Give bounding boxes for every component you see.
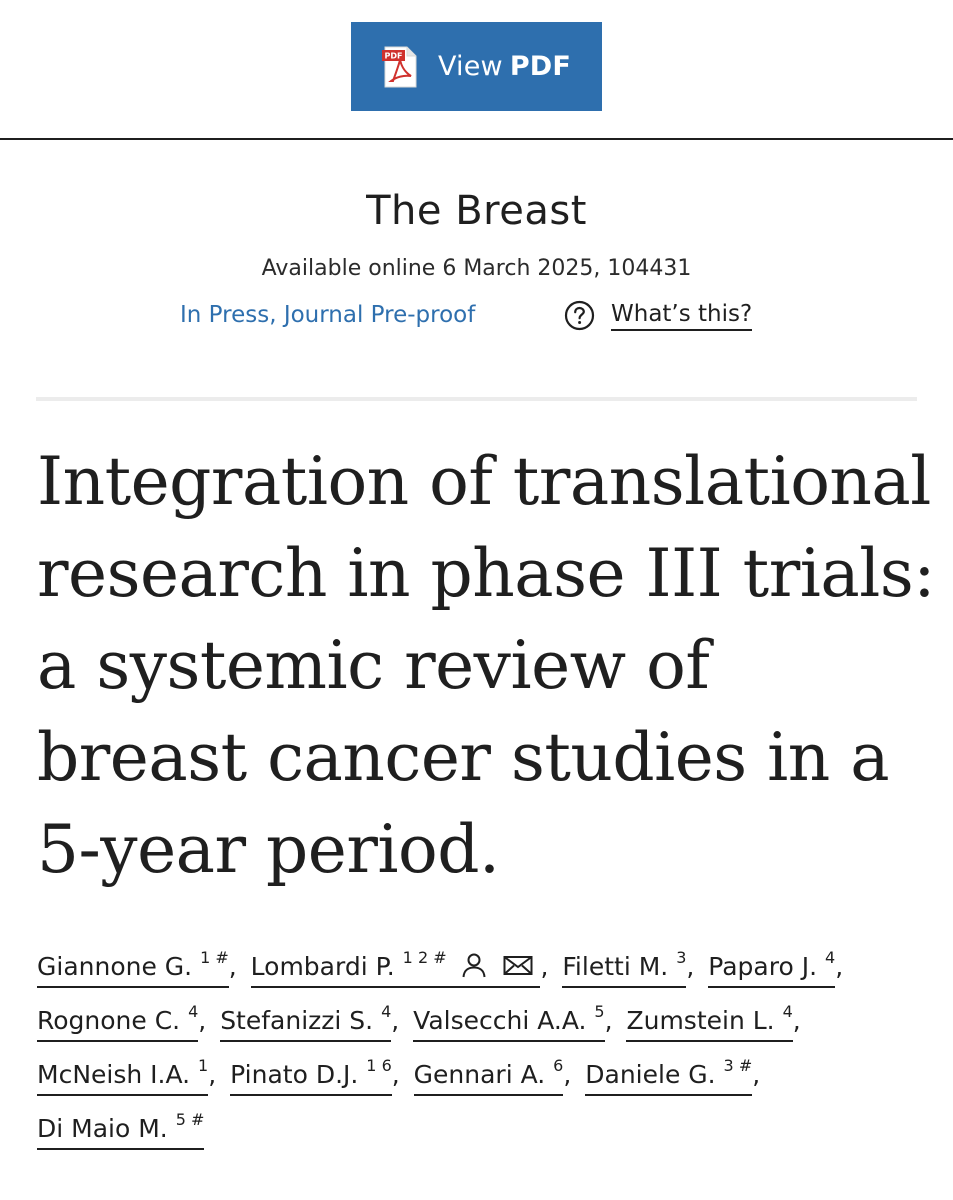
- author-affiliation: 4: [188, 1001, 199, 1021]
- author-name: Rognone C.: [37, 1006, 181, 1035]
- view-pdf-label-strong: PDF: [509, 51, 572, 82]
- author-name: Di Maio M.: [37, 1114, 168, 1143]
- author-affiliation: 1: [198, 1055, 209, 1075]
- author-name: Filetti M.: [562, 952, 669, 981]
- availability-info: Available online 6 March 2025, 104431: [261, 256, 692, 281]
- author-name: Stefanizzi S.: [220, 1006, 374, 1035]
- author-name: Pinato D.J.: [230, 1060, 359, 1089]
- author-name: Daniele G.: [585, 1060, 716, 1089]
- author-link[interactable]: Zumstein L. 4: [626, 1003, 793, 1042]
- header-divider: [36, 397, 917, 401]
- in-press-status: In Press, Journal Pre-proof: [180, 302, 476, 328]
- author-link[interactable]: Pinato D.J. 1 6: [230, 1057, 392, 1096]
- author-link[interactable]: Daniele G. 3 #: [585, 1057, 753, 1096]
- author-link[interactable]: McNeish I.A. 1: [37, 1057, 209, 1096]
- author-link[interactable]: Di Maio M. 5 #: [37, 1111, 205, 1150]
- author-link[interactable]: Valsecchi A.A. 5: [413, 1003, 605, 1042]
- author-name: Lombardi P.: [250, 952, 395, 981]
- view-pdf-label: View: [437, 51, 503, 82]
- author-affiliation: 5: [594, 1001, 605, 1021]
- author-affiliation: 3: [676, 947, 687, 967]
- svg-text:PDF: PDF: [384, 51, 402, 60]
- author-name: Gennari A.: [413, 1060, 546, 1089]
- author-link[interactable]: Gennari A. 6: [413, 1057, 564, 1096]
- author-name: Giannone G.: [37, 952, 193, 981]
- article-title: Integration of translational research in…: [37, 443, 935, 888]
- whats-this-label: What’s this?: [611, 301, 753, 331]
- author-affiliation: 4: [782, 1001, 793, 1021]
- author-affiliation: 6: [553, 1055, 564, 1075]
- author-link[interactable]: Rognone C. 4: [37, 1003, 199, 1042]
- person-icon: [462, 953, 486, 978]
- author-link[interactable]: Filetti M. 3: [562, 949, 687, 988]
- author-link[interactable]: Lombardi P. 1 2 #: [250, 949, 541, 988]
- author-link[interactable]: Paparo J. 4: [708, 949, 836, 988]
- author-affiliation: 1 6: [366, 1055, 392, 1075]
- pdf-file-icon: PDF: [381, 46, 417, 87]
- author-name: Paparo J.: [708, 952, 818, 981]
- author-name: Zumstein L.: [626, 1006, 775, 1035]
- question-circle-icon: [564, 300, 595, 331]
- view-pdf-button[interactable]: PDF View PDF: [351, 22, 602, 111]
- whats-this-link[interactable]: What’s this?: [564, 300, 753, 331]
- author-link[interactable]: Giannone G. 1 #: [37, 949, 229, 988]
- author-affiliation: 4: [381, 1001, 392, 1021]
- author-affiliation: 1 2 #: [402, 947, 447, 967]
- author-name: McNeish I.A.: [37, 1060, 191, 1089]
- author-name: Valsecchi A.A.: [413, 1006, 587, 1035]
- author-link[interactable]: Stefanizzi S. 4: [220, 1003, 392, 1042]
- author-affiliation: 5 #: [175, 1109, 205, 1129]
- author-list: Giannone G. 1 #, Lombardi P. 1 2 # , Fil…: [37, 940, 917, 1156]
- author-affiliation: 1 #: [200, 947, 229, 967]
- author-affiliation: 4: [825, 947, 836, 967]
- author-affiliation: 3 #: [723, 1055, 753, 1075]
- top-toolbar: PDF View PDF: [0, 0, 953, 140]
- envelope-icon: [503, 956, 533, 975]
- journal-title[interactable]: The Breast: [0, 188, 953, 234]
